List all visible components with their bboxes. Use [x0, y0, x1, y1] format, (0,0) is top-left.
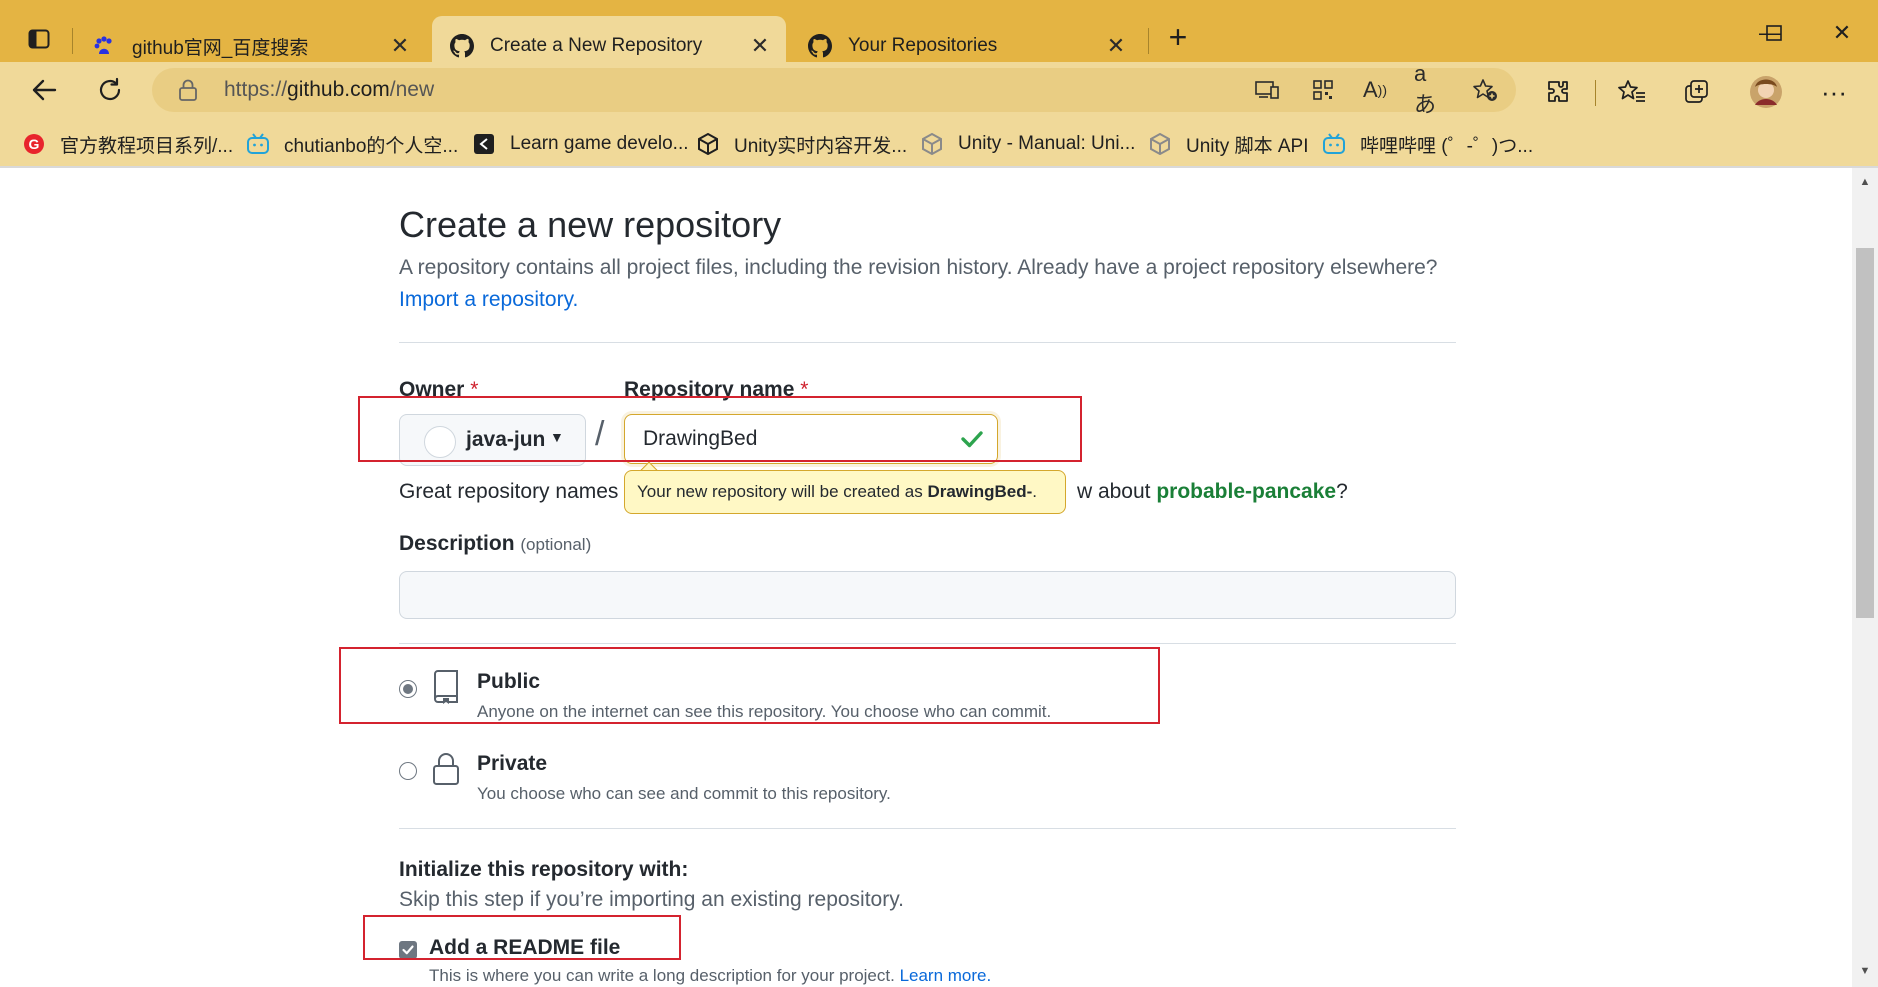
bookmark-item[interactable]: G 官方教程项目系列/... [22, 130, 233, 158]
tab-title: Your Repositories [848, 35, 998, 56]
bookmark-label: chutianbo的个人空... [284, 135, 459, 157]
red-g-icon: G [22, 132, 46, 156]
lock-icon[interactable] [178, 79, 200, 101]
readme-description-text: This is where you can write a long descr… [429, 966, 895, 985]
read-aloud-icon[interactable]: A)) [1360, 76, 1390, 104]
baidu-paw-icon [92, 34, 116, 58]
bookmark-label: 哔哩哔哩 (゜-゜)つ... [1360, 135, 1534, 157]
learn-more-link[interactable]: Learn more. [900, 966, 992, 985]
description-input[interactable] [399, 571, 1456, 619]
readme-description: This is where you can write a long descr… [429, 966, 991, 986]
tooltip-repo-name: DrawingBed- [927, 482, 1033, 501]
private-radio[interactable] [399, 762, 417, 780]
tab-separator [1148, 28, 1149, 54]
collections-icon[interactable] [1680, 74, 1716, 110]
extensions-icon[interactable] [1540, 74, 1576, 110]
bookmarks-bar: G 官方教程项目系列/... chutianbo的个人空... Learn ga… [0, 122, 1878, 166]
qr-code-icon[interactable] [1308, 76, 1338, 104]
refresh-icon[interactable] [90, 70, 130, 110]
bookmark-item[interactable]: chutianbo的个人空... [246, 130, 458, 158]
translate-icon[interactable]: aあ [1414, 61, 1444, 117]
scrollbar-thumb[interactable] [1856, 248, 1874, 618]
bookmark-item[interactable]: Unity 脚本 API [1148, 130, 1308, 158]
import-repository-link[interactable]: Import a repository. [399, 288, 578, 312]
tab-title: github官网_百度搜索 [132, 37, 309, 59]
suggestion-prefix: Great repository names a [399, 480, 636, 503]
bookmark-label: 官方教程项目系列/... [60, 135, 234, 157]
unity-learn-icon [472, 132, 496, 156]
close-tab-icon[interactable]: ✕ [1104, 34, 1128, 58]
bookmark-label: Learn game develo... [510, 133, 689, 154]
tab-separator [72, 28, 73, 54]
scroll-up-icon[interactable]: ▲ [1858, 176, 1872, 190]
bookmark-label: Unity实时内容开发... [734, 135, 908, 157]
divider [399, 342, 1456, 343]
suggestion-question: ? [1336, 480, 1348, 503]
annotation-box-owner-repo [358, 396, 1082, 462]
favorites-icon[interactable] [1614, 74, 1650, 110]
lock-icon [433, 753, 459, 785]
visibility-private-option[interactable]: Private You choose who can see and commi… [399, 752, 1159, 812]
back-icon[interactable] [24, 70, 64, 110]
app-available-icon[interactable] [1252, 76, 1282, 104]
address-bar[interactable]: https://github.com/new A)) aあ [152, 61, 1516, 117]
bookmark-label: Unity - Manual: Uni... [958, 133, 1136, 154]
scroll-down-icon[interactable]: ▼ [1858, 965, 1872, 979]
tooltip-suffix: . [1032, 482, 1038, 501]
initialize-title: Initialize this repository with: [399, 858, 689, 881]
maximize-icon[interactable] [1754, 18, 1794, 48]
divider [399, 828, 1456, 829]
private-title: Private [477, 752, 548, 775]
url-prefix: https:// [224, 78, 288, 101]
tooltip-prefix: Your new repository will be created as [637, 482, 923, 501]
description-label-text: Description [399, 532, 515, 555]
repo-name-tooltip: Your new repository will be created as D… [624, 470, 1066, 514]
new-tab-icon[interactable]: + [1162, 21, 1194, 54]
initialize-subtitle: Skip this step if you’re importing an ex… [399, 888, 905, 911]
bookmark-item[interactable]: 哔哩哔哩 (゜-゜)つ... [1322, 130, 1533, 158]
unity-icon [920, 132, 944, 156]
private-description: You choose who can see and commit to thi… [477, 784, 891, 803]
bookmark-label: Unity 脚本 API [1186, 135, 1309, 157]
close-tab-icon[interactable]: ✕ [388, 34, 412, 58]
svg-text:G: G [29, 136, 40, 152]
annotation-box-readme [363, 915, 681, 960]
divider [399, 643, 1456, 644]
bookmark-item[interactable]: Unity实时内容开发... [696, 130, 907, 158]
github-new-repo-page: Create a new repository A repository con… [0, 168, 1852, 987]
tab-actions-icon[interactable] [24, 24, 54, 54]
url-host: github.com [287, 78, 390, 101]
description-label: Description (optional) [399, 532, 591, 556]
page-scrollbar[interactable]: ▲ ▼ [1852, 168, 1878, 987]
suggestion-suffix: w about [1076, 480, 1151, 503]
annotation-box-public [339, 647, 1160, 724]
add-favorite-icon[interactable] [1470, 76, 1500, 104]
close-tab-icon[interactable]: ✕ [748, 34, 772, 58]
page-subtitle: A repository contains all project files,… [399, 256, 1438, 279]
close-window-icon[interactable]: ✕ [1822, 18, 1862, 48]
bookmark-item[interactable]: Unity - Manual: Uni... [920, 130, 1135, 158]
suggested-name-link[interactable]: probable-pancake [1156, 480, 1336, 503]
optional-label: (optional) [520, 535, 592, 554]
toolbar-divider [1595, 80, 1596, 106]
bookmark-item[interactable]: Learn game develo... [472, 130, 689, 158]
profile-avatar[interactable] [1748, 74, 1784, 110]
unity-icon [1148, 132, 1172, 156]
unity-icon [696, 132, 720, 156]
url-path: /new [389, 78, 435, 101]
tab-title: Create a New Repository [490, 35, 703, 56]
bilibili-icon [246, 132, 270, 156]
more-options-icon[interactable]: ··· [1816, 74, 1852, 110]
github-icon [450, 34, 474, 58]
bilibili-icon [1322, 132, 1346, 156]
url-text[interactable]: https://github.com/new [224, 78, 434, 102]
github-icon [808, 34, 832, 58]
page-title: Create a new repository [399, 204, 782, 245]
